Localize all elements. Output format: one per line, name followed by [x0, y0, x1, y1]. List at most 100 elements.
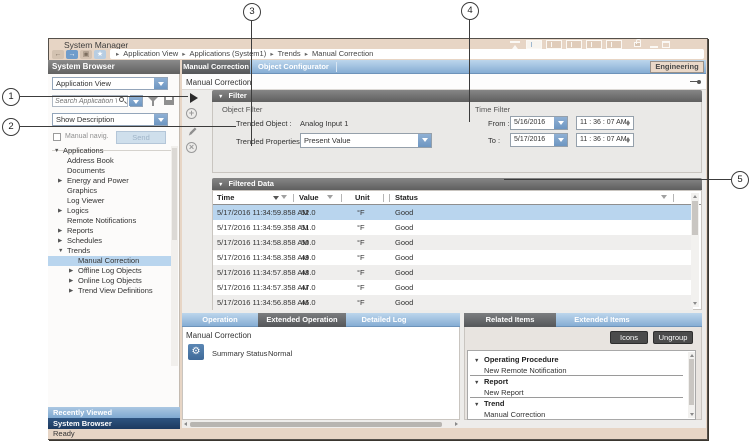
- table-row[interactable]: 5/17/2016 11:34:57.858 AM 48.0 °F Good: [213, 265, 693, 280]
- tab-detailed-log[interactable]: Detailed Log: [346, 313, 422, 327]
- related-items-scrollbar[interactable]: [688, 352, 695, 418]
- sort-desc-icon[interactable]: [273, 196, 279, 200]
- tree-item[interactable]: ▼Applications: [48, 146, 178, 156]
- to-time-field[interactable]: 11 : 36 : 07 AM: [576, 133, 634, 147]
- layout-rows-icon[interactable]: [546, 40, 562, 49]
- tab-extended-operation[interactable]: Extended Operation: [258, 313, 346, 327]
- related-item[interactable]: Manual Correction: [470, 409, 683, 420]
- table-row[interactable]: 5/17/2016 11:34:58.858 AM 50.0 °F Good: [213, 235, 693, 250]
- icons-button[interactable]: Icons: [610, 331, 648, 344]
- layout-columns-icon[interactable]: [526, 40, 542, 49]
- tab-manual-correction[interactable]: Manual Correction: [182, 60, 250, 74]
- column-time[interactable]: Time: [217, 191, 234, 205]
- favorites-button[interactable]: ★: [94, 50, 106, 59]
- tree-scrollbar[interactable]: [171, 146, 178, 366]
- column-filter-icon[interactable]: [327, 195, 333, 199]
- back-button[interactable]: ←: [52, 50, 64, 59]
- scrollbar-thumb[interactable]: [689, 359, 694, 405]
- ungroup-button[interactable]: Ungroup: [653, 331, 693, 344]
- breadcrumb-segment[interactable]: ▸Application View: [114, 49, 178, 58]
- table-row[interactable]: 5/17/2016 11:34:58.358 AM 49.0 °F Good: [213, 250, 693, 265]
- tree-expander-icon[interactable]: ▶: [69, 266, 78, 276]
- tab-object-configurator[interactable]: Object Configurator: [258, 60, 329, 74]
- related-item[interactable]: New Remote Notification: [470, 365, 683, 376]
- from-date-field[interactable]: 5/16/2016: [510, 116, 568, 130]
- tree-item[interactable]: ▶Offline Log Objects: [48, 266, 178, 276]
- column-status[interactable]: Status: [395, 191, 418, 205]
- tree-expander-icon[interactable]: ▶: [58, 176, 67, 186]
- trended-properties-dropdown[interactable]: Present Value: [300, 133, 432, 148]
- related-item[interactable]: ▼Trend: [470, 398, 683, 409]
- scroll-right-icon[interactable]: [455, 422, 458, 426]
- layout-single-icon[interactable]: [606, 40, 622, 49]
- tree-expander-icon[interactable]: ▶: [69, 276, 78, 286]
- tab-extended-items[interactable]: Extended Items: [556, 313, 648, 327]
- time-spinner-icon[interactable]: [625, 118, 632, 128]
- tree-expander-icon[interactable]: ▼: [54, 146, 63, 156]
- breadcrumb-segment[interactable]: ▸Applications (System1): [180, 49, 266, 58]
- tree-item[interactable]: ▶Online Log Objects: [48, 276, 178, 286]
- related-item[interactable]: New Report: [470, 387, 683, 398]
- tree-item[interactable]: ▶Logics: [48, 206, 178, 216]
- related-item[interactable]: ▼Report: [470, 376, 683, 387]
- tree-expander-icon[interactable]: ▶: [69, 286, 78, 296]
- save-filter-icon[interactable]: [164, 96, 174, 105]
- breadcrumb-segment[interactable]: ▸Manual Correction: [303, 49, 374, 58]
- scrollbar-thumb[interactable]: [172, 148, 177, 240]
- scroll-down-icon[interactable]: [693, 302, 697, 305]
- scroll-up-icon[interactable]: [693, 195, 697, 198]
- to-date-field[interactable]: 5/17/2016: [510, 133, 568, 147]
- tree-item[interactable]: ▶Trend View Definitions: [48, 286, 178, 296]
- tree-expander-icon[interactable]: ▼: [58, 246, 67, 256]
- table-row[interactable]: 5/17/2016 11:34:59.358 AM 51.0 °F Good: [213, 220, 693, 235]
- tree-expander-icon[interactable]: ▶: [58, 206, 67, 216]
- pin-selection-icon[interactable]: [690, 81, 698, 82]
- add-icon[interactable]: +: [186, 108, 197, 119]
- manual-navigation-checkbox[interactable]: [53, 133, 61, 141]
- layout-split-icon[interactable]: [566, 40, 582, 49]
- filter-icon[interactable]: [148, 97, 158, 102]
- open-window-button[interactable]: ▣: [80, 50, 92, 59]
- minimize-button[interactable]: [650, 46, 658, 48]
- scrollbar-thumb[interactable]: [190, 422, 442, 427]
- breadcrumb-segment[interactable]: ▸Trends: [268, 49, 300, 58]
- tree-item[interactable]: Address Book: [48, 156, 178, 166]
- calendar-dropdown-icon[interactable]: [554, 117, 567, 129]
- filter-section-header[interactable]: ▼Filter: [212, 90, 702, 102]
- column-value[interactable]: Value: [299, 191, 319, 205]
- column-filter-icon[interactable]: [661, 195, 667, 199]
- scroll-left-icon[interactable]: [184, 422, 187, 426]
- calendar-dropdown-icon[interactable]: [554, 134, 567, 146]
- scroll-down-icon[interactable]: [690, 413, 694, 416]
- chevron-down-icon[interactable]: [154, 114, 167, 125]
- chevron-down-icon[interactable]: [129, 96, 142, 106]
- scrollbar-thumb[interactable]: [692, 201, 698, 235]
- tree-item[interactable]: Manual Correction: [48, 256, 178, 266]
- tree-item[interactable]: Log Viewer: [48, 196, 178, 206]
- table-row[interactable]: 5/17/2016 11:34:56.858 AM 46.0 °F Good: [213, 295, 693, 310]
- from-time-field[interactable]: 11 : 36 : 07 AM: [576, 116, 634, 130]
- table-row[interactable]: 5/17/2016 11:34:57.358 AM 47.0 °F Good: [213, 280, 693, 295]
- tree-item[interactable]: Remote Notifications: [48, 216, 178, 226]
- tree-item[interactable]: ▶Reports: [48, 226, 178, 236]
- tree-item[interactable]: ▶Energy and Power: [48, 176, 178, 186]
- table-row[interactable]: 5/17/2016 11:34:59.858 AM 52.0 °F Good: [213, 205, 693, 220]
- system-browser-bar[interactable]: System Browser: [48, 418, 180, 429]
- tree-item[interactable]: ▼Trends: [48, 246, 178, 256]
- send-button[interactable]: Send: [116, 131, 166, 144]
- horizontal-scrollbar[interactable]: [182, 420, 460, 428]
- forward-button[interactable]: →: [66, 50, 78, 59]
- table-scrollbar[interactable]: [691, 193, 699, 307]
- view-dropdown[interactable]: Application View: [52, 77, 168, 90]
- tab-related-items[interactable]: Related Items: [464, 313, 556, 327]
- dock-icon[interactable]: [510, 41, 520, 48]
- chevron-down-icon[interactable]: [154, 78, 167, 89]
- apply-icon[interactable]: [190, 93, 198, 103]
- scroll-up-icon[interactable]: [690, 354, 694, 357]
- time-spinner-icon[interactable]: [625, 135, 632, 145]
- tab-operation[interactable]: Operation: [182, 313, 258, 327]
- column-unit[interactable]: Unit: [355, 191, 370, 205]
- tree-item[interactable]: ▶Schedules: [48, 236, 178, 246]
- tree-item[interactable]: Graphics: [48, 186, 178, 196]
- description-dropdown[interactable]: Show Description: [52, 113, 168, 126]
